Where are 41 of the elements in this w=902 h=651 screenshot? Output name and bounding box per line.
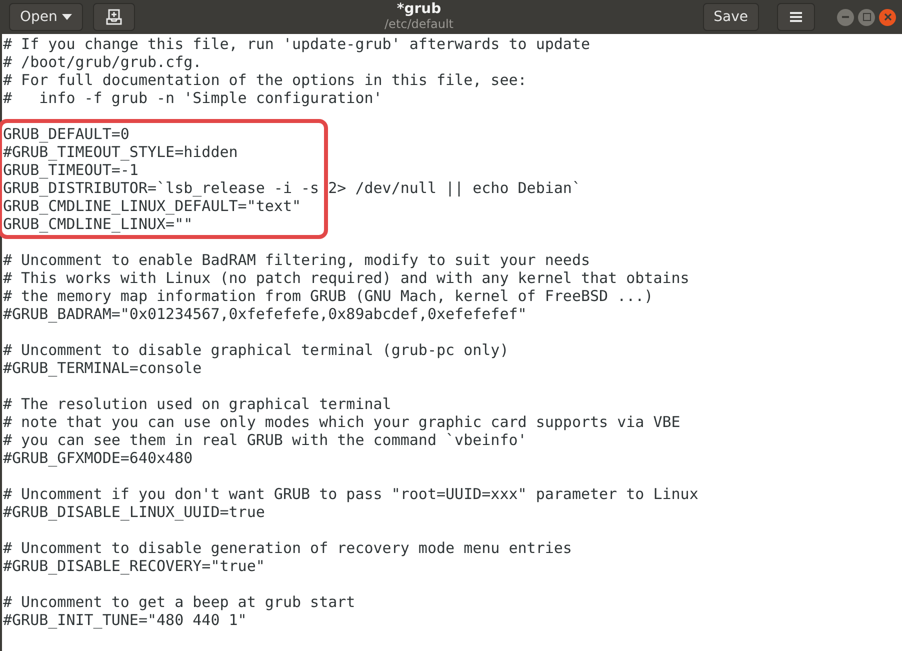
code-line: # Uncomment to disable graphical terminal (grub-pc only) bbox=[2, 341, 510, 359]
code-line: #GRUB_TIMEOUT_STYLE=hidden bbox=[2, 143, 239, 161]
caret-icon bbox=[62, 14, 72, 20]
code-line: # Uncomment if you don't want GRUB to pass "root=UUID=xxx" parameter to Linux bbox=[2, 485, 700, 503]
code-line: #GRUB_TERMINAL=console bbox=[2, 359, 203, 377]
code-line: GRUB_TIMEOUT=-1 bbox=[2, 161, 140, 179]
new-document-icon bbox=[106, 9, 122, 25]
window-subtitle: /etc/default bbox=[384, 17, 454, 32]
code-line: # For full documentation of the options in this file, see: bbox=[2, 71, 528, 89]
code-line: # The resolution used on graphical terminal bbox=[2, 395, 392, 413]
code-line: #GRUB_GFXMODE=640x480 bbox=[2, 449, 194, 467]
save-button[interactable]: Save bbox=[702, 3, 759, 31]
window-title: *grub bbox=[396, 2, 442, 17]
code-line: GRUB_CMDLINE_LINUX_DEFAULT="text" bbox=[2, 197, 302, 215]
code-line: GRUB_DISTRIBUTOR=`lsb_release -i -s 2> /dev/null || echo Debian` bbox=[2, 179, 582, 197]
code-line: #GRUB_DISABLE_LINUX_UUID=true bbox=[2, 503, 266, 521]
maximize-button[interactable] bbox=[858, 8, 875, 26]
minimize-icon bbox=[842, 16, 849, 18]
code-line: #GRUB_DISABLE_RECOVERY="true" bbox=[2, 557, 266, 575]
code-line: # /boot/grub/grub.cfg. bbox=[2, 53, 203, 71]
menu-button[interactable] bbox=[777, 3, 815, 31]
code-line: # Uncomment to get a beep at grub start bbox=[2, 593, 356, 611]
code-line: # This works with Linux (no patch required) and with any kernel that obtains bbox=[2, 269, 690, 287]
code-line: #GRUB_BADRAM="0x01234567,0xfefefefe,0x89abcdef,0xefefefef" bbox=[2, 305, 528, 323]
maximize-icon bbox=[862, 13, 870, 21]
code-line: # note that you can use only modes which your graphic card supports via VBE bbox=[2, 413, 682, 431]
code-line: # you can see them in real GRUB with the command `vbeinfo' bbox=[2, 431, 528, 449]
minimize-button[interactable] bbox=[837, 8, 854, 26]
code-line: # the memory map information from GRUB (GNU Mach, kernel of FreeBSD ...) bbox=[2, 287, 654, 305]
menu-icon bbox=[790, 11, 802, 23]
close-button[interactable] bbox=[879, 8, 896, 26]
code-line: # If you change this file, run 'update-grub' afterwards to update bbox=[2, 35, 591, 53]
code-line: GRUB_DEFAULT=0 bbox=[2, 125, 130, 143]
code-line: GRUB_CMDLINE_LINUX="" bbox=[2, 215, 194, 233]
new-document-button[interactable] bbox=[93, 3, 136, 31]
open-button[interactable]: Open bbox=[9, 3, 84, 31]
close-icon bbox=[884, 13, 892, 21]
code-line: # info -f grub -n 'Simple configuration' bbox=[2, 89, 384, 107]
code-line: #GRUB_INIT_TUNE="480 440 1" bbox=[2, 611, 248, 629]
code-line: # Uncomment to disable generation of recovery mode menu entries bbox=[2, 539, 573, 557]
code-line: # Uncomment to enable BadRAM filtering, modify to suit your needs bbox=[2, 251, 591, 269]
